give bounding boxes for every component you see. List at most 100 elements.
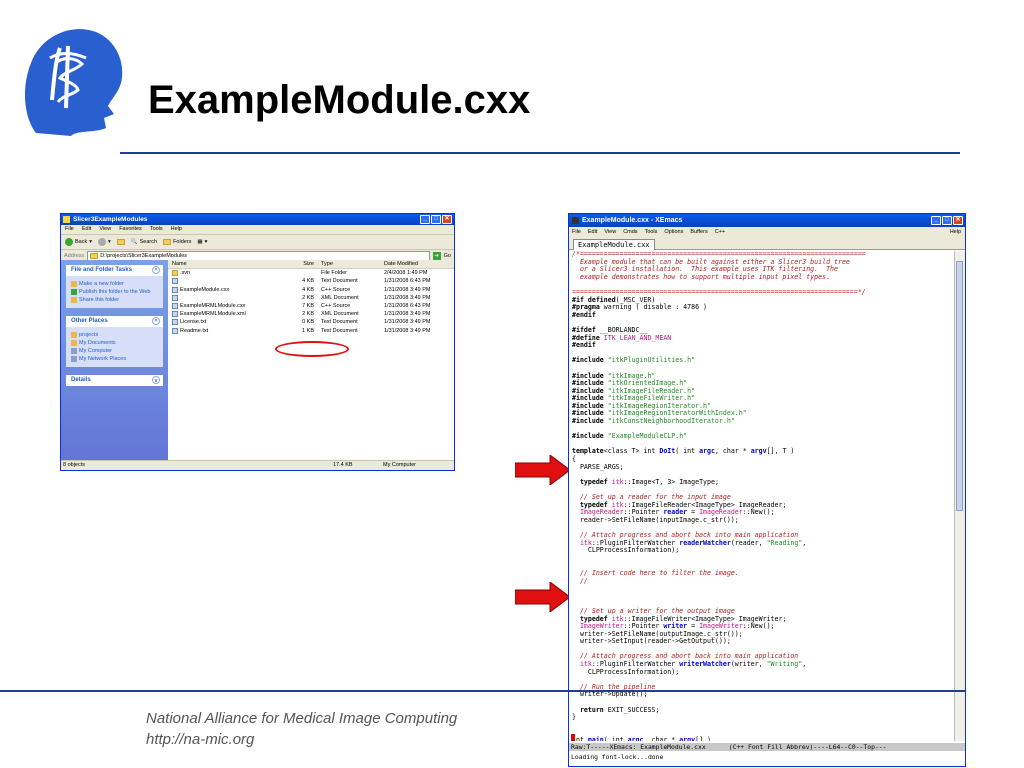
file-size [286, 269, 318, 277]
status-size: 17.4 KB [333, 462, 353, 468]
task-publish-web[interactable]: Publish this folder to the Web [71, 288, 158, 296]
place-network[interactable]: My Network Places [71, 355, 158, 363]
panel-header[interactable]: Details v [66, 375, 163, 386]
place-my-documents[interactable]: My Documents [71, 339, 158, 347]
file-row[interactable]: ExampleModule.cxx 4 KB C++ Source 1/31/2008… [168, 286, 454, 294]
place-projects[interactable]: projects [71, 331, 158, 339]
forward-arrow-icon [98, 238, 106, 246]
minimize-button[interactable]: _ [931, 216, 941, 225]
file-size: 4 KB [302, 286, 314, 293]
status-location: My Computer [383, 462, 417, 468]
file-row[interactable]: Readme.txt 1 KB Text Document 1/31/2008 3:4… [168, 327, 454, 335]
file-folder-tasks-panel: File and Folder Tasks ^ Make a new folder… [66, 265, 163, 308]
code-line: writer->Update(); [572, 690, 648, 699]
file-row[interactable]: ExampleMRMLModule.cxx 7 KB C++ Source 1/31/… [168, 302, 454, 310]
column-date[interactable]: Date Modified [381, 260, 454, 268]
task-share-folder[interactable]: Share this folder [71, 296, 158, 304]
folders-button[interactable]: Folders [163, 239, 191, 245]
file-icon [172, 303, 178, 310]
menu-cpp[interactable]: C++ [715, 227, 725, 237]
menu-edit[interactable]: Edit [82, 225, 91, 234]
code-line: // [572, 576, 588, 585]
xemacs-titlebar: ExampleModule.cxx - XEmacs _ □ ✕ [569, 214, 965, 227]
scrollbar-thumb[interactable] [956, 261, 963, 511]
menu-help[interactable]: Help [171, 225, 182, 234]
menu-tools[interactable]: Tools [645, 227, 658, 237]
footer: National Alliance for Medical Image Comp… [146, 708, 457, 750]
folder-icon [63, 216, 70, 223]
address-input[interactable]: D:\projects\Slicer3ExampleModules [87, 250, 430, 261]
forward-button[interactable]: ▾ [98, 238, 111, 246]
file-size: 2 KB [302, 294, 314, 301]
address-label: Address [64, 252, 85, 259]
xemacs-icon [572, 217, 579, 224]
close-button[interactable]: ✕ [442, 215, 452, 224]
echo-area: Loading font-lock...done [571, 753, 664, 761]
back-button[interactable]: Back ▾ [65, 238, 92, 246]
details-panel: Details v [66, 375, 163, 386]
collapse-icon[interactable]: ^ [152, 317, 160, 325]
column-size[interactable]: Size [286, 260, 318, 268]
code-line: example demonstrates how to support mult… [572, 272, 831, 281]
vertical-scrollbar[interactable] [954, 251, 965, 741]
file-date: 1/31/2008 3:49 PM [384, 311, 431, 318]
menu-file[interactable]: File [65, 225, 74, 234]
views-button[interactable]: ▦ ▾ [197, 239, 207, 245]
menu-view[interactable]: View [604, 227, 616, 237]
menu-buffers[interactable]: Buffers [690, 227, 707, 237]
code-editor[interactable]: /*======================================… [569, 251, 955, 741]
task-new-folder[interactable]: Make a new folder [71, 280, 158, 288]
panel-header[interactable]: File and Folder Tasks ^ [66, 265, 163, 276]
search-icon: 🔍 [130, 239, 138, 245]
buffer-tabs: ExampleModule.cxx [569, 237, 965, 250]
documents-icon [71, 340, 77, 346]
menu-favorites[interactable]: Favorites [119, 225, 142, 234]
menu-file[interactable]: File [572, 227, 581, 237]
code-line: CLPProcessInformation); [572, 667, 680, 676]
menu-edit[interactable]: Edit [588, 227, 597, 237]
go-button[interactable]: ➜ [432, 251, 441, 260]
column-name[interactable]: Name [168, 260, 286, 268]
close-button[interactable]: ✕ [953, 216, 963, 225]
share-icon [71, 297, 77, 303]
file-row[interactable]: ExampleMRMLModule.xml 2 KB XML Document 1/3… [168, 310, 454, 318]
file-name [168, 277, 286, 285]
file-row[interactable]: 4 KB Text Document 1/31/2008 6:43 PM [168, 277, 454, 285]
up-folder-icon [116, 239, 125, 245]
menu-help[interactable]: Help [950, 227, 961, 237]
search-button[interactable]: 🔍 Search [131, 239, 157, 245]
code-line: #include "itkPluginUtilities.h" [572, 356, 696, 365]
file-row[interactable]: 2 KB XML Document 1/31/2008 3:49 PM [168, 294, 454, 302]
file-name: ExampleMRMLModule.xml [168, 310, 286, 318]
code-line: // Insert code here to filter the image. [572, 568, 739, 577]
globe-icon [71, 289, 77, 295]
file-size: 4 KB [302, 278, 314, 285]
minimize-button[interactable]: _ [420, 215, 430, 224]
code-line: writer->SetInput(reader->GetOutput()); [572, 637, 731, 646]
collapse-icon[interactable]: ^ [152, 266, 160, 274]
file-name: Readme.txt [168, 327, 286, 335]
explorer-title: Slicer3ExampleModules [73, 216, 148, 223]
menu-options[interactable]: Options [664, 227, 683, 237]
column-type[interactable]: Type [318, 260, 381, 268]
menu-tools[interactable]: Tools [150, 225, 163, 234]
maximize-button[interactable]: □ [431, 215, 441, 224]
buffer-tab[interactable]: ExampleModule.cxx [573, 239, 655, 250]
panel-header[interactable]: Other Places ^ [66, 316, 163, 327]
expand-icon[interactable]: v [152, 376, 160, 384]
file-row[interactable]: .svn File Folder 2/4/2008 1:49 PM [168, 269, 454, 277]
explorer-window: Slicer3ExampleModules _ □ ✕ File Edit Vi… [60, 213, 455, 471]
file-icon [172, 286, 178, 293]
file-type: XML Document [321, 311, 359, 318]
place-my-computer[interactable]: My Computer [71, 347, 158, 355]
maximize-button[interactable]: □ [942, 216, 952, 225]
explorer-menubar: File Edit View Favorites Tools Help [61, 225, 454, 235]
menu-view[interactable]: View [99, 225, 111, 234]
file-row[interactable]: License.txt 0 KB Text Document 1/31/2008 3:… [168, 318, 454, 326]
other-places-panel: Other Places ^ projects My Documents My C… [66, 316, 163, 367]
menu-cmds[interactable]: Cmds [623, 227, 637, 237]
file-type: Text Document [321, 319, 358, 326]
up-folder-button[interactable] [116, 239, 125, 245]
